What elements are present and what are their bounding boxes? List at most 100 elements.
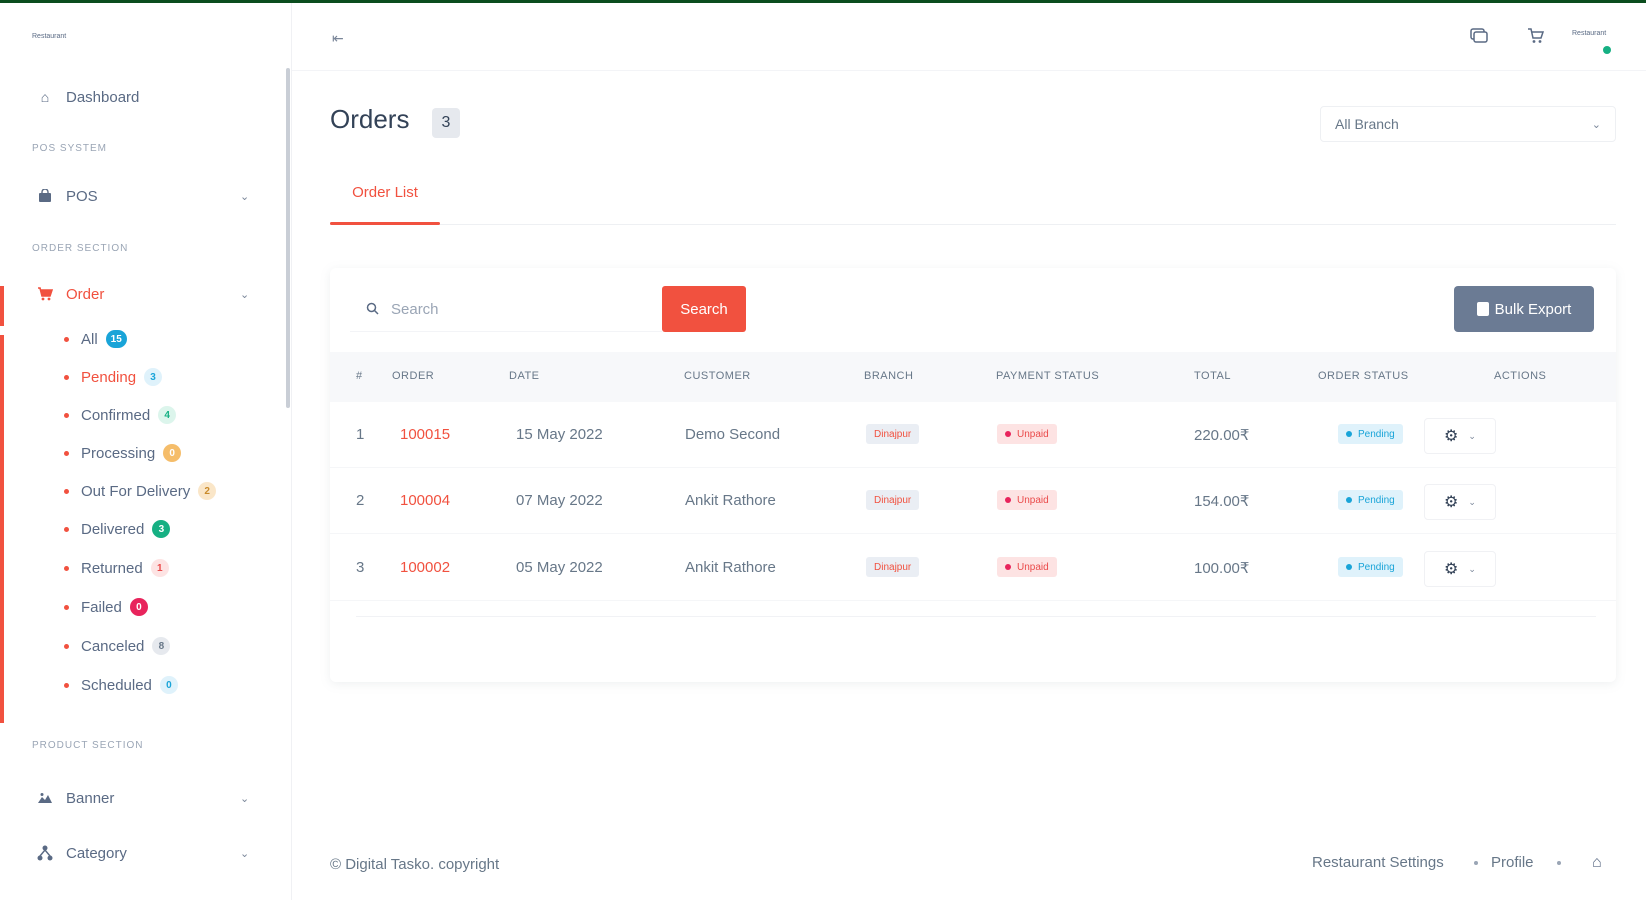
search-button[interactable]: Search — [662, 286, 746, 332]
table-row[interactable]: 3 100002 05 May 2022 Ankit Rathore Dinaj… — [330, 535, 1616, 601]
order-id-link[interactable]: 100015 — [400, 426, 450, 443]
shopping-bag-icon — [36, 187, 54, 205]
order-id-link[interactable]: 100002 — [400, 559, 450, 576]
cell-sl: 2 — [356, 492, 365, 509]
sidebar-item-label: Banner — [66, 789, 115, 807]
cart-icon — [36, 285, 54, 303]
footer-separator — [1557, 861, 1561, 865]
tab-order-list[interactable]: Order List — [330, 180, 440, 225]
copyright-text: © Digital Tasko. copyright — [330, 856, 500, 873]
message-icon[interactable] — [1470, 28, 1488, 49]
sidebar-scrollbar[interactable] — [286, 68, 290, 408]
footer-link-profile[interactable]: Profile — [1491, 854, 1534, 871]
chevron-down-icon: ⌄ — [240, 792, 250, 805]
brand-logo[interactable]: Restaurant — [32, 33, 66, 40]
cell-sl: 1 — [356, 426, 365, 443]
submenu-label: All — [81, 330, 98, 348]
user-name[interactable]: Restaurant — [1572, 30, 1606, 37]
order-id-link[interactable]: 100004 — [400, 492, 450, 509]
table-row[interactable]: 1 100015 15 May 2022 Demo Second Dinajpu… — [330, 402, 1616, 468]
order-status-label: Pending — [1358, 561, 1395, 573]
column-header-branch: BRANCH — [864, 370, 914, 382]
submenu-item-out-for-delivery[interactable]: Out For Delivery 2 — [64, 481, 217, 501]
column-header-date: DATE — [509, 370, 540, 382]
branch-select-value: All Branch — [1335, 116, 1399, 132]
status-dot — [1346, 497, 1352, 503]
category-icon — [36, 844, 54, 862]
bullet-icon — [64, 374, 69, 380]
cell-date: 07 May 2022 — [516, 492, 603, 509]
section-label-order: ORDER SECTION — [32, 243, 129, 254]
bullet-icon — [64, 604, 69, 610]
submenu-item-delivered[interactable]: Delivered 3 — [64, 519, 171, 539]
cell-date: 15 May 2022 — [516, 426, 603, 443]
count-badge: 1 — [150, 559, 169, 577]
footer-link-restaurant-settings[interactable]: Restaurant Settings — [1312, 854, 1444, 871]
collapse-sidebar-icon[interactable]: ⇤ — [332, 30, 344, 47]
bullet-icon — [64, 643, 69, 649]
order-status-badge: Pending — [1338, 490, 1403, 510]
home-icon[interactable]: ⌂ — [1592, 854, 1602, 872]
bullet-icon — [64, 682, 69, 688]
cell-customer: Demo Second — [685, 426, 781, 443]
footer-separator — [1474, 861, 1478, 865]
gear-icon: ⚙ — [1444, 494, 1459, 511]
submenu-label: Failed — [81, 598, 122, 616]
count-badge: 15 — [105, 330, 127, 348]
row-actions-button[interactable]: ⚙ ⌄ — [1424, 484, 1496, 520]
payment-status-label: Unpaid — [1017, 494, 1049, 506]
submenu-item-scheduled[interactable]: Scheduled 0 — [64, 675, 178, 695]
bullet-icon — [64, 526, 69, 532]
image-icon — [36, 789, 54, 807]
submenu-item-all[interactable]: All 15 — [64, 329, 127, 349]
table-row[interactable]: 2 100004 07 May 2022 Ankit Rathore Dinaj… — [330, 468, 1616, 534]
sidebar-item-label: Category — [66, 844, 127, 862]
count-badge: 0 — [129, 598, 148, 616]
sidebar-item-banner[interactable]: Banner ⌄ — [36, 787, 249, 809]
sidebar-item-category[interactable]: Category ⌄ — [36, 842, 249, 864]
bulk-export-button[interactable]: Bulk Export — [1454, 286, 1594, 332]
branch-select[interactable]: All Branch ⌄ — [1320, 106, 1616, 142]
submenu-item-failed[interactable]: Failed 0 — [64, 597, 148, 617]
branch-badge: Dinajpur — [866, 424, 920, 444]
submenu-item-returned[interactable]: Returned 1 — [64, 558, 169, 578]
submenu-label: Confirmed — [81, 406, 151, 424]
page-title: Orders — [330, 104, 410, 134]
row-actions-button[interactable]: ⚙ ⌄ — [1424, 551, 1496, 587]
cell-total: 100.00₹ — [1194, 560, 1250, 577]
branch-badge: Dinajpur — [866, 490, 920, 510]
submenu-item-processing[interactable]: Processing 0 — [64, 443, 182, 463]
payment-status-label: Unpaid — [1017, 561, 1049, 573]
cell-date: 05 May 2022 — [516, 559, 603, 576]
tab-divider — [330, 224, 1616, 225]
file-icon — [1476, 302, 1489, 316]
chevron-down-icon: ⌄ — [1468, 496, 1476, 507]
count-badge: 8 — [152, 637, 171, 655]
bullet-icon — [64, 450, 69, 456]
sidebar-item-pos[interactable]: POS ⌄ — [36, 185, 249, 207]
submenu-label: Delivered — [81, 520, 145, 538]
cart-icon[interactable] — [1527, 28, 1545, 49]
search-input[interactable] — [391, 301, 631, 318]
search-field — [350, 288, 662, 332]
row-actions-button[interactable]: ⚙ ⌄ — [1424, 418, 1496, 454]
submenu-item-confirmed[interactable]: Confirmed 4 — [64, 405, 177, 425]
status-dot — [1346, 564, 1352, 570]
count-badge: 3 — [152, 520, 171, 538]
submenu-item-pending[interactable]: Pending 3 — [64, 367, 163, 387]
sidebar-item-label: Order — [66, 285, 105, 303]
search-icon — [366, 302, 379, 318]
cell-sl: 3 — [356, 559, 365, 576]
column-header-payment-status: PAYMENT STATUS — [996, 370, 1100, 382]
submenu-indicator — [0, 335, 4, 723]
sidebar-item-dashboard[interactable]: ⌂ Dashboard — [36, 86, 140, 108]
chevron-down-icon: ⌄ — [240, 288, 250, 301]
chevron-down-icon: ⌄ — [1468, 563, 1476, 574]
status-dot — [1005, 564, 1011, 570]
order-status-badge: Pending — [1338, 424, 1403, 444]
order-status-label: Pending — [1358, 428, 1395, 440]
submenu-item-canceled[interactable]: Canceled 8 — [64, 636, 171, 656]
sidebar-item-order[interactable]: Order ⌄ — [36, 283, 249, 305]
status-dot — [1005, 431, 1011, 437]
order-status-badge: Pending — [1338, 557, 1403, 577]
